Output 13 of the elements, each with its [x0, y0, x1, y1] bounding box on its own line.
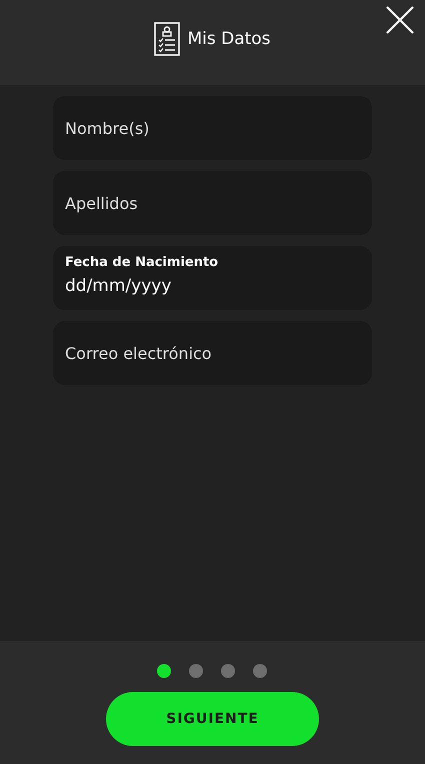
input-field[interactable]: Fecha de Nacimiento dd/mm/yyyy [53, 246, 372, 310]
text-input[interactable]: Apellidos [65, 194, 360, 212]
close-icon[interactable] [386, 6, 414, 34]
input-field[interactable]: Correo electrónico [53, 321, 372, 385]
input-field[interactable]: Apellidos [53, 171, 372, 235]
profile-form-icon [154, 22, 180, 56]
next-button[interactable]: SIGUIENTE [106, 692, 319, 746]
text-input[interactable]: Correo electrónico [65, 344, 360, 362]
text-input[interactable]: dd/mm/yyyy [65, 276, 360, 296]
field-label: Fecha de Nacimiento [65, 255, 220, 270]
screen-title: Mis Datos [187, 28, 271, 48]
text-input[interactable]: Nombre(s) [65, 118, 360, 138]
input-field[interactable]: Nombre(s) [53, 96, 372, 160]
